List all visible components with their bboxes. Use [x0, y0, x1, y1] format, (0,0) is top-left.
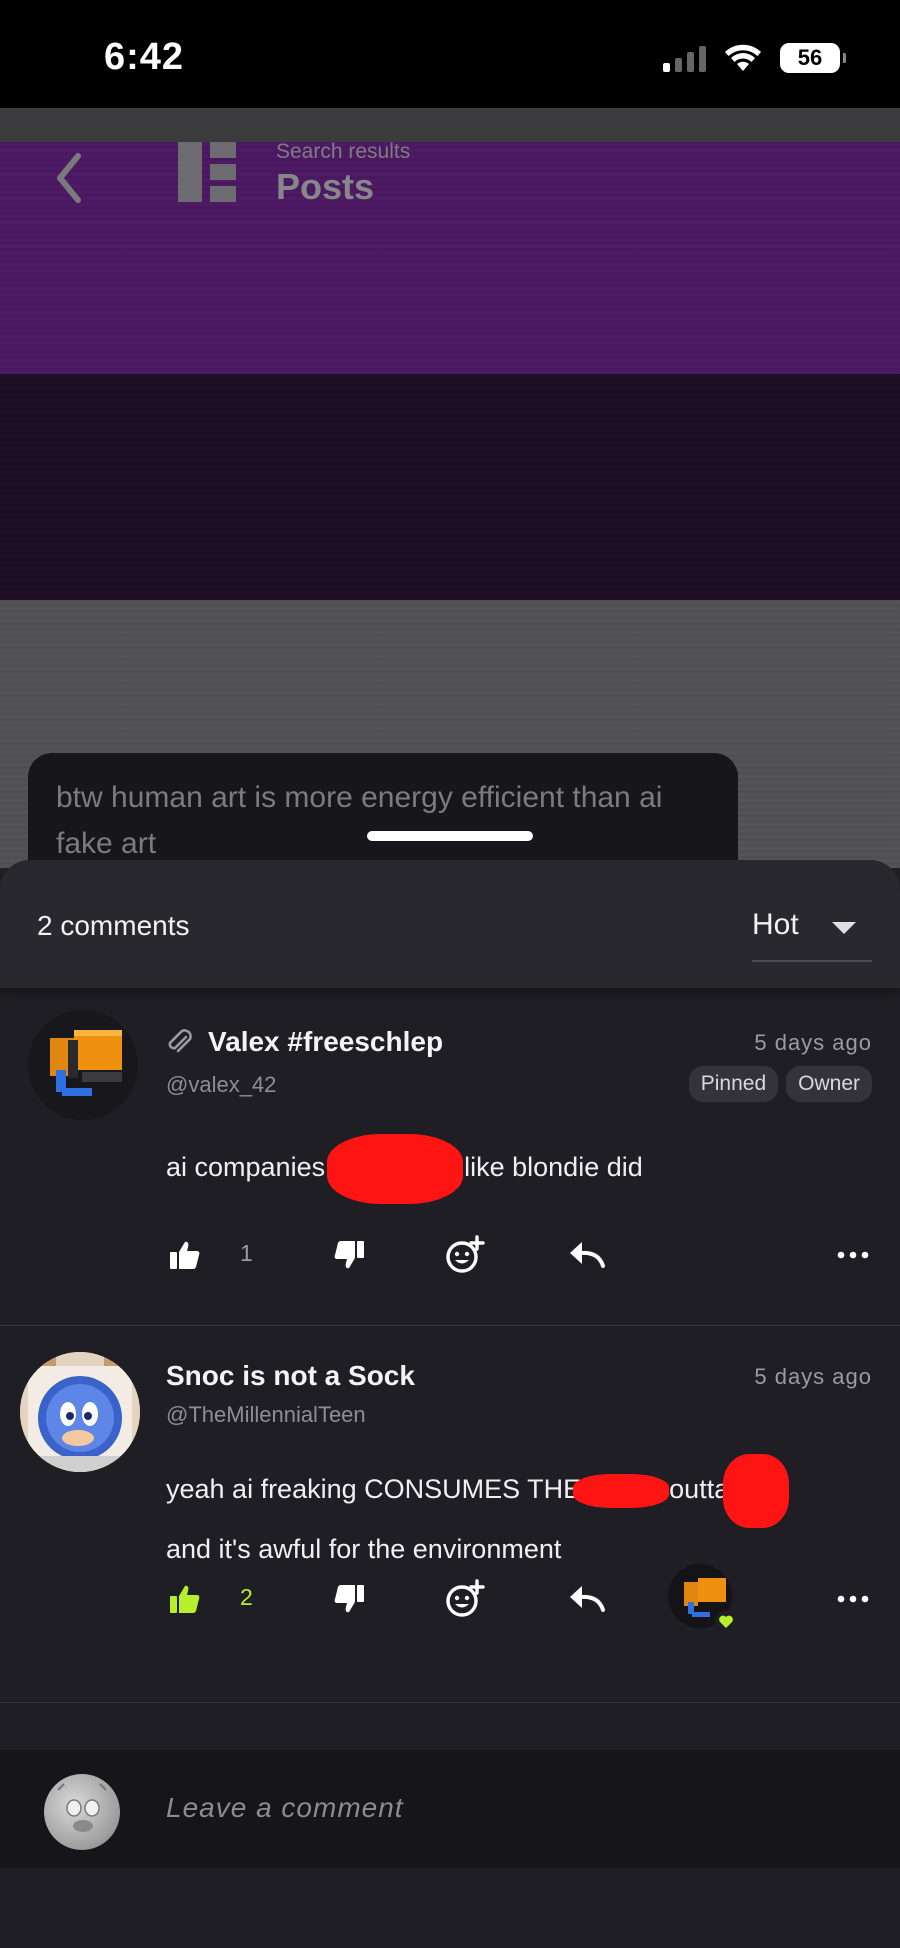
comment-line: and it's awful for the environment: [166, 1534, 562, 1564]
back-chevron-icon[interactable]: [48, 148, 88, 208]
add-reaction-button[interactable]: [440, 1230, 490, 1280]
search-results-label: Search results: [276, 140, 411, 163]
avatar[interactable]: [20, 1352, 140, 1472]
comment-handle[interactable]: @valex_42: [166, 1072, 276, 1098]
sheet-drag-handle[interactable]: [367, 831, 533, 841]
comment-input-placeholder[interactable]: Leave a comment: [166, 1792, 404, 1824]
status-icons: 56: [663, 40, 846, 76]
redaction-scribble: [723, 1454, 790, 1528]
user-avatar[interactable]: [44, 1774, 120, 1850]
thumbs-up-icon: [170, 1585, 200, 1613]
sort-dropdown[interactable]: Hot: [752, 900, 872, 962]
owner-avatar-heart-icon: [668, 1564, 737, 1633]
status-time: 6:42: [104, 36, 185, 78]
posts-layout-icon: [178, 142, 236, 202]
add-emoji-icon: [446, 1235, 485, 1273]
comment-composer[interactable]: Leave a comment: [0, 1750, 900, 1868]
reply-arrow-icon: [570, 1586, 605, 1612]
post-text: btw human art is more energy efficient t…: [56, 781, 663, 860]
post-text-bubble: btw human art is more energy efficient t…: [28, 753, 738, 868]
comment-text-part: outta: [669, 1474, 730, 1505]
comment-count: 2 comments: [37, 910, 190, 941]
page-title: Posts: [276, 166, 375, 207]
background-page: Search results Posts btw human art is mo…: [0, 108, 900, 868]
reply-button[interactable]: [562, 1230, 612, 1280]
add-emoji-icon: [446, 1579, 485, 1617]
comments-header: 2 comments Hot: [0, 860, 900, 988]
blue-hedgehog-avatar-icon: [20, 1352, 140, 1472]
chevron-down-icon: [832, 922, 856, 934]
thumbs-up-icon: [170, 1241, 200, 1269]
cellular-signal-icon: [663, 44, 706, 72]
comment-item: Snoc is not a Sock @TheMillennialTeen 5 …: [0, 1338, 900, 1708]
comment-body: yeah ai freaking CONSUMES THE outta and i…: [166, 1454, 866, 1570]
thumbs-down-icon: [334, 1585, 364, 1613]
pinned-badge: Pinned: [688, 1066, 779, 1102]
box-character-avatar-icon: [28, 1010, 138, 1120]
ellipsis-icon: [837, 1251, 869, 1259]
owner-badge: Owner: [786, 1066, 872, 1102]
comment-author-row: Valex #freeschlep: [166, 1026, 443, 1058]
avatar[interactable]: [28, 1010, 138, 1120]
comment-time: 5 days ago: [754, 1364, 872, 1389]
like-button[interactable]: [160, 1574, 210, 1624]
reply-arrow-icon: [570, 1242, 605, 1268]
comment-author-row: Snoc is not a Sock: [166, 1360, 415, 1392]
status-bar: 6:42 56: [0, 0, 900, 108]
redaction-scribble: [573, 1474, 670, 1508]
ellipsis-icon: [837, 1595, 869, 1603]
dislike-button[interactable]: [324, 1230, 374, 1280]
comment-line: yeah ai freaking CONSUMES THE outta: [166, 1454, 866, 1528]
comment-actions: 2: [0, 1564, 900, 1634]
comment-text-part: ai companies: [166, 1152, 326, 1183]
dislike-button[interactable]: [324, 1574, 374, 1624]
thumbs-down-icon: [334, 1241, 364, 1269]
comment-actions: 1: [0, 1230, 900, 1290]
comment-body: ai companies like blondie did: [166, 1134, 866, 1204]
owner-liked-indicator: [666, 1562, 740, 1636]
more-options-button[interactable]: [828, 1574, 878, 1624]
more-options-button[interactable]: [828, 1230, 878, 1280]
comment-handle[interactable]: @TheMillennialTeen: [166, 1402, 366, 1428]
comment-author[interactable]: Snoc is not a Sock: [166, 1360, 415, 1392]
background-header-strip: [0, 108, 900, 142]
comment-divider: [0, 1702, 900, 1703]
paperclip-icon: [168, 1029, 192, 1053]
user-avatar-icon: [57, 1783, 107, 1832]
background-banner-purple: [0, 142, 900, 374]
comment-text-part: yeah ai freaking CONSUMES THE: [166, 1474, 582, 1505]
like-count: 1: [240, 1240, 253, 1266]
like-button[interactable]: [160, 1230, 210, 1280]
comment-time: 5 days ago: [754, 1030, 872, 1055]
sort-selected-label: Hot: [752, 908, 799, 941]
comments-sheet: 2 comments Hot Valex #freeschlep @valex_…: [0, 860, 900, 1948]
comment-text-part: like blondie did: [464, 1152, 643, 1183]
like-count: 2: [240, 1584, 253, 1610]
comment-divider: [0, 1325, 900, 1326]
comment-item: Valex #freeschlep @valex_42 5 days ago P…: [0, 1010, 900, 1310]
add-reaction-button[interactable]: [440, 1574, 490, 1624]
comment-badges: Pinned Owner: [688, 1066, 872, 1102]
comment-author[interactable]: Valex #freeschlep: [208, 1026, 443, 1058]
wifi-icon: [725, 44, 761, 71]
redaction-scribble: [326, 1134, 463, 1204]
background-banner-dark: [0, 374, 900, 600]
battery-icon: 56: [780, 43, 846, 73]
reply-button[interactable]: [562, 1574, 612, 1624]
